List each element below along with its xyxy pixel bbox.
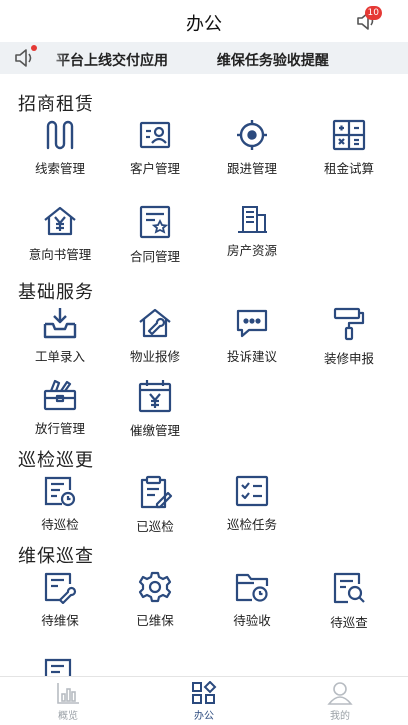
- notification-badge: 10: [364, 6, 382, 20]
- tile-label: 房产资源: [226, 243, 277, 258]
- tile-completed-inspection[interactable]: 已巡检: [104, 474, 206, 535]
- tile-label: 工单录入: [34, 349, 85, 364]
- tile-label: 租金试算: [323, 161, 374, 176]
- gear-icon: [138, 571, 172, 603]
- building-icon: [238, 206, 267, 233]
- customer-card-icon: [139, 121, 171, 149]
- tile-rent-calculation[interactable]: 租金试算: [298, 118, 400, 177]
- chat-bubble-icon: [236, 309, 268, 338]
- user-icon: [327, 682, 353, 705]
- page-title: 办公: [186, 14, 222, 35]
- doc-clock-icon: [44, 476, 76, 507]
- partial-doc-icon: [44, 658, 72, 676]
- nav-overview[interactable]: 概览: [28, 681, 108, 722]
- calendar-yen-icon: [138, 380, 172, 413]
- notice-marquee: 平台上线交付应用 维保任务验收提醒: [56, 50, 373, 70]
- tile-label: 意向书管理: [28, 247, 92, 262]
- tile-label: 放行管理: [34, 421, 85, 436]
- tile-label: 投诉建议: [226, 349, 277, 364]
- app-header: 办公 10: [0, 0, 408, 42]
- tile-pending-acceptance[interactable]: 待验收: [201, 570, 303, 629]
- doc-wrench-icon: [44, 572, 77, 604]
- nav-label: 概览: [58, 711, 78, 722]
- tile-release-management[interactable]: 放行管理: [9, 378, 111, 437]
- contract-icon: [139, 205, 171, 239]
- tile-pending-maintenance[interactable]: 待维保: [9, 570, 111, 629]
- doc-search-icon: [333, 572, 365, 604]
- nav-label: 办公: [194, 711, 214, 722]
- speaker-icon: [15, 49, 32, 67]
- tile-property-repair[interactable]: 物业报修: [104, 306, 206, 365]
- tile-label: 待巡查: [330, 615, 368, 630]
- tray-download-icon: [43, 308, 77, 339]
- tile-label: 催缴管理: [129, 423, 180, 438]
- house-yen-icon: [44, 206, 76, 236]
- tile-completed-maintenance[interactable]: 已维保: [104, 570, 206, 629]
- nav-office[interactable]: 办公: [164, 681, 244, 722]
- tile-label: 已维保: [136, 613, 174, 628]
- tile-label: 待验收: [233, 613, 271, 628]
- notice-fade: [40, 42, 68, 74]
- tile-decoration-application[interactable]: 装修申报: [298, 306, 400, 367]
- notice-text: 维保任务验收提醒: [216, 53, 329, 69]
- tile-label: 待巡检: [41, 517, 79, 532]
- tile-label: 待维保: [41, 613, 79, 628]
- tile-label: 装修申报: [323, 351, 374, 366]
- section-title-patrol: 巡检巡更: [18, 450, 94, 471]
- toolbox-icon: [43, 379, 77, 411]
- tile-label: 线索管理: [34, 161, 85, 176]
- tile-payment-reminder[interactable]: 催缴管理: [104, 378, 206, 439]
- section-title-basic-services: 基础服务: [18, 282, 94, 303]
- bottom-nav: 概览 办公 我的: [0, 676, 408, 725]
- tile-pending-patrol[interactable]: 待巡查: [298, 570, 400, 631]
- tile-pending-inspection[interactable]: 待巡检: [9, 474, 111, 533]
- target-icon: [237, 120, 267, 150]
- tile-customer-management[interactable]: 客户管理: [104, 118, 206, 177]
- tile-contract-management[interactable]: 合同管理: [104, 204, 206, 265]
- tile-label: 合同管理: [129, 249, 180, 264]
- tile-property-resources[interactable]: 房产资源: [201, 204, 303, 259]
- tile-work-order-entry[interactable]: 工单录入: [9, 306, 111, 365]
- calculator-icon: [332, 119, 366, 151]
- tile-complaints-suggestions[interactable]: 投诉建议: [201, 306, 303, 365]
- bar-chart-icon: [57, 683, 79, 704]
- unread-dot: [31, 45, 37, 51]
- folder-clock-icon: [235, 573, 269, 602]
- notice-bar[interactable]: 平台上线交付应用 维保任务验收提醒: [0, 42, 408, 74]
- clipboard-pen-icon: [140, 475, 173, 509]
- tile-label: 物业报修: [129, 349, 180, 364]
- grid-icon: [192, 681, 217, 704]
- section-title-maintenance: 维保巡查: [18, 546, 94, 567]
- house-wrench-icon: [139, 308, 171, 338]
- section-title-leasing: 招商租赁: [18, 94, 94, 115]
- nav-label: 我的: [330, 711, 350, 722]
- checklist-icon: [235, 475, 269, 507]
- paint-roller-icon: [333, 307, 365, 341]
- tile-intent-letter-management[interactable]: 意向书管理: [9, 204, 111, 263]
- tile-label: 客户管理: [129, 161, 180, 176]
- nav-mine[interactable]: 我的: [300, 681, 380, 722]
- tile-label: 已巡检: [136, 519, 174, 534]
- tile-label: 跟进管理: [226, 161, 277, 176]
- tile-clue-management[interactable]: 线索管理: [9, 118, 111, 177]
- clue-icon: [46, 120, 74, 150]
- tile-inspection-tasks[interactable]: 巡检任务: [201, 474, 303, 533]
- notice-text: 平台上线交付应用: [56, 53, 168, 69]
- tile-follow-up-management[interactable]: 跟进管理: [201, 118, 303, 177]
- tile-label: 巡检任务: [226, 517, 277, 532]
